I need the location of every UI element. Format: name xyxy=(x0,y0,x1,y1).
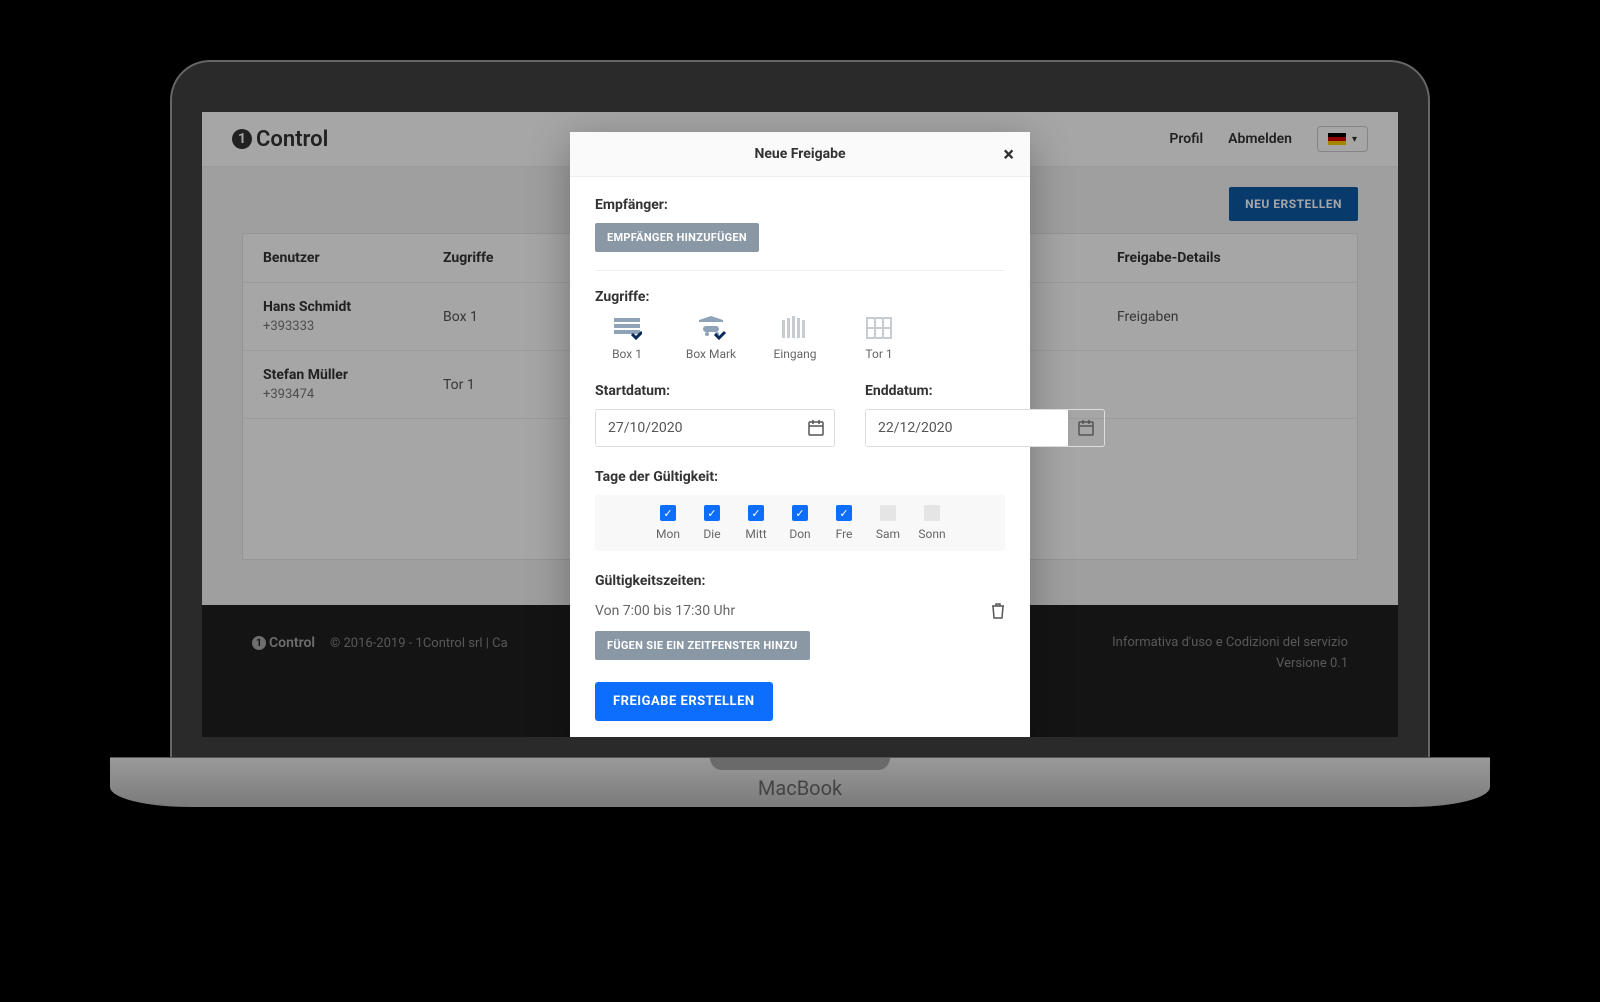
calendar-icon[interactable] xyxy=(798,420,834,436)
access-boxmark[interactable]: Box Mark xyxy=(679,315,743,361)
access-label-text: Box 1 xyxy=(612,347,642,361)
trash-icon[interactable] xyxy=(991,603,1005,619)
end-date-input[interactable] xyxy=(866,410,1068,446)
calendar-icon[interactable] xyxy=(1068,420,1104,436)
start-date-input[interactable] xyxy=(596,410,798,446)
day-label: Sam xyxy=(876,527,900,541)
new-share-modal: Neue Freigabe × Empfänger: EMPFÄNGER HIN… xyxy=(570,132,1030,737)
day-sun-checkbox[interactable] xyxy=(924,505,940,521)
create-share-button[interactable]: FREIGABE ERSTELLEN xyxy=(595,682,773,721)
day-thu-checkbox[interactable]: ✓ xyxy=(792,505,808,521)
close-icon[interactable]: × xyxy=(1003,142,1014,166)
modal-title: Neue Freigabe xyxy=(754,146,845,162)
recipients-label: Empfänger: xyxy=(595,197,1005,213)
add-timeslot-button[interactable]: FÜGEN SIE EIN ZEITFENSTER HINZU xyxy=(595,631,810,660)
day-label: Don xyxy=(789,527,810,541)
day-label: Fre xyxy=(836,527,853,541)
gate-icon xyxy=(779,315,811,341)
macbook-label: MacBook xyxy=(758,776,842,800)
day-mon-checkbox[interactable]: ✓ xyxy=(660,505,676,521)
validity-times-label: Gültigkeitszeiten: xyxy=(595,573,1005,589)
days-selector: ✓ Mon ✓ Die ✓ Mitt ✓ Don ✓ Fre Sam Sonn xyxy=(595,495,1005,551)
car-garage-icon xyxy=(695,315,727,341)
day-sat-checkbox[interactable] xyxy=(880,505,896,521)
add-recipient-button[interactable]: EMPFÄNGER HINZUFÜGEN xyxy=(595,223,759,252)
day-tue-checkbox[interactable]: ✓ xyxy=(704,505,720,521)
garage-icon xyxy=(611,315,643,341)
access-label: Zugriffe: xyxy=(595,289,1005,305)
access-eingang[interactable]: Eingang xyxy=(763,315,827,361)
day-label: Die xyxy=(703,527,720,541)
access-label-text: Eingang xyxy=(774,347,817,361)
access-grid: Box 1 Box Mark Eingang xyxy=(595,315,1005,361)
validity-days-label: Tage der Gültigkeit: xyxy=(595,469,1005,485)
day-label: Mitt xyxy=(745,527,766,541)
start-date-label: Startdatum: xyxy=(595,383,835,399)
day-label: Sonn xyxy=(918,527,945,541)
end-date-label: Enddatum: xyxy=(865,383,1105,399)
access-box1[interactable]: Box 1 xyxy=(595,315,659,361)
access-tor1[interactable]: Tor 1 xyxy=(847,315,911,361)
day-fri-checkbox[interactable]: ✓ xyxy=(836,505,852,521)
gate-grid-icon xyxy=(863,315,895,341)
day-label: Mon xyxy=(656,527,680,541)
time-slot-text: Von 7:00 bis 17:30 Uhr xyxy=(595,603,735,619)
day-wed-checkbox[interactable]: ✓ xyxy=(748,505,764,521)
access-label-text: Box Mark xyxy=(686,347,736,361)
access-label-text: Tor 1 xyxy=(865,347,892,361)
